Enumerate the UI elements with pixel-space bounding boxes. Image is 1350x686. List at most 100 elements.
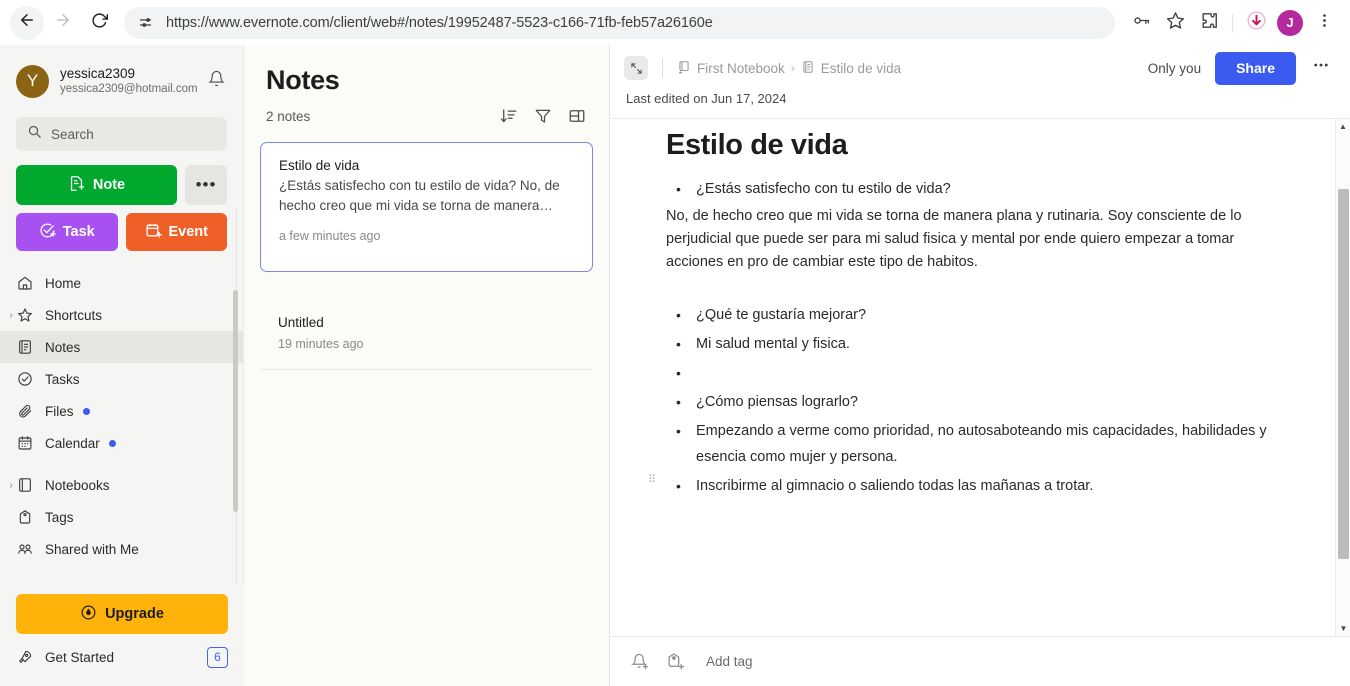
editor-scrollbar[interactable]: ▲ ▼	[1335, 119, 1350, 636]
upgrade-button[interactable]: Upgrade	[16, 594, 228, 634]
note-title: Estilo de vida	[279, 158, 360, 173]
sidebar-scrollbar-thumb[interactable]	[233, 290, 238, 512]
visibility-label: Only you	[1147, 60, 1202, 76]
drag-handle-icon[interactable]: ⠿	[648, 475, 660, 486]
note-body[interactable]: Estilo de vida ¿Estás satisfecho con tu …	[610, 119, 1350, 636]
new-event-button[interactable]: Event	[125, 213, 227, 251]
note-list-item-selected[interactable]: Estilo de vida ¿Estás satisfecho con tu …	[260, 142, 593, 272]
new-task-icon	[39, 222, 56, 243]
last-edited-text: Last edited on Jun 17, 2024	[610, 91, 1350, 119]
note-bullet[interactable]: ¿Cómo piensas lograrlo?	[666, 389, 1310, 415]
sidebar-item-shared-with-me[interactable]: Shared with Me	[0, 533, 243, 565]
check-circle-icon	[16, 370, 34, 388]
note-more-menu-button[interactable]	[1310, 56, 1332, 80]
note-more-options-button[interactable]: •••	[185, 165, 227, 205]
search-input[interactable]: Search	[16, 117, 227, 151]
sidebar-item-home[interactable]: Home	[0, 267, 243, 299]
password-manager-button[interactable]	[1125, 7, 1157, 39]
sidebar-item-label: Notes	[45, 339, 81, 355]
sidebar-footer: Upgrade Get Started 6	[0, 584, 244, 686]
sidebar-item-files[interactable]: Files	[0, 395, 243, 427]
sidebar-item-calendar[interactable]: Calendar	[0, 427, 243, 459]
new-task-button[interactable]: Task	[16, 213, 118, 251]
get-started-badge: 6	[207, 646, 228, 668]
note-paragraph[interactable]: No, de hecho creo que mi vida se torna d…	[666, 205, 1266, 274]
browser-forward-button[interactable]	[46, 6, 80, 40]
notifications-button[interactable]	[203, 68, 229, 94]
key-icon	[1132, 11, 1151, 35]
secondary-actions-row: Task Event	[16, 213, 227, 251]
sidebar-item-shortcuts[interactable]: › Shortcuts	[0, 299, 243, 331]
editor-scrollbar-thumb[interactable]	[1338, 189, 1349, 559]
note-list-subheader: 2 notes	[244, 96, 609, 126]
sidebar-item-notebooks[interactable]: › Notebooks	[0, 469, 243, 501]
header-divider	[662, 58, 663, 78]
sidebar-item-notes[interactable]: Notes	[0, 331, 243, 363]
browser-back-button[interactable]	[10, 5, 44, 40]
note-title: Untitled	[278, 315, 324, 330]
chrome-menu-button[interactable]	[1308, 7, 1340, 39]
new-note-icon	[68, 175, 85, 196]
new-task-label: Task	[62, 224, 95, 240]
address-bar[interactable]: https://www.evernote.com/client/web#/not…	[124, 6, 1115, 39]
search-icon	[27, 124, 42, 144]
note-count: 2 notes	[266, 108, 311, 124]
breadcrumb-notebook[interactable]: First Notebook	[677, 60, 785, 77]
account-email: yessica2309@hotmail.com	[60, 82, 198, 95]
view-layout-icon[interactable]	[567, 106, 587, 126]
browser-reload-button[interactable]	[82, 6, 116, 40]
breadcrumb-note[interactable]: Estilo de vida	[801, 60, 901, 77]
note-bullet-with-handle[interactable]: ⠿ Inscribirme al gimnacio o saliendo tod…	[648, 473, 1310, 499]
scroll-down-arrow-icon[interactable]: ▼	[1336, 621, 1350, 636]
extensions-button[interactable]	[1193, 7, 1225, 39]
expand-arrows-icon[interactable]	[624, 56, 648, 80]
chevron-right-icon[interactable]: ›	[6, 310, 16, 321]
breadcrumb: First Notebook › Estilo de vida	[677, 60, 901, 77]
account-avatar: Y	[16, 64, 49, 98]
get-started-item[interactable]: Get Started 6	[16, 640, 228, 674]
sort-icon[interactable]	[499, 106, 519, 126]
sidebar-item-tags[interactable]: Tags	[0, 501, 243, 533]
sidebar: Y yessica2309 yessica2309@hotmail.com Se…	[0, 45, 244, 686]
add-reminder-bell-icon[interactable]	[628, 651, 650, 673]
notebook-icon	[16, 476, 34, 494]
sidebar-item-label: Tags	[45, 509, 74, 525]
new-note-button[interactable]: Note	[16, 165, 177, 205]
account-header[interactable]: Y yessica2309 yessica2309@hotmail.com	[0, 45, 243, 105]
search-placeholder: Search	[51, 126, 94, 142]
note-list-item[interactable]: Untitled 19 minutes ago	[260, 297, 593, 370]
note-bullet-empty[interactable]	[666, 360, 1310, 386]
get-started-label: Get Started	[45, 649, 115, 665]
note-bullet[interactable]: ¿Qué te gustaría mejorar?	[666, 302, 1310, 328]
account-text: yessica2309 yessica2309@hotmail.com	[60, 66, 203, 97]
note-list-panel: Notes 2 notes Estilo de vida ¿Estás sati…	[244, 45, 610, 686]
downloads-button[interactable]	[1240, 7, 1272, 39]
tag-icon	[16, 508, 34, 526]
note-doc-title[interactable]: Estilo de vida	[666, 129, 1310, 162]
notebook-star-icon	[677, 60, 691, 77]
home-icon	[16, 274, 34, 292]
sidebar-item-label: Home	[45, 275, 82, 291]
note-editor-panel: First Notebook › Estilo de vida Only you…	[610, 45, 1350, 686]
bookmark-button[interactable]	[1159, 7, 1191, 39]
star-icon	[1166, 11, 1185, 35]
add-tag-label[interactable]: Add tag	[706, 654, 753, 669]
upgrade-label: Upgrade	[105, 606, 164, 622]
note-bullet[interactable]: ¿Estás satisfecho con tu estilo de vida?	[666, 176, 1310, 202]
add-tag-icon[interactable]	[664, 651, 686, 673]
breadcrumb-note-label: Estilo de vida	[820, 60, 902, 76]
scroll-up-arrow-icon[interactable]: ▲	[1336, 119, 1350, 134]
note-list-title: Notes	[266, 65, 340, 95]
tune-sliders-icon[interactable]	[134, 12, 156, 34]
note-bullet[interactable]: Empezando a verme como prioridad, no aut…	[666, 418, 1310, 470]
profile-button[interactable]: J	[1274, 7, 1306, 39]
sidebar-item-tasks[interactable]: Tasks	[0, 363, 243, 395]
puzzle-piece-icon	[1200, 11, 1219, 35]
sidebar-item-label: Shortcuts	[45, 307, 103, 323]
chevron-right-icon[interactable]: ›	[6, 480, 16, 491]
calendar-badge-dot	[108, 439, 116, 447]
note-page-icon	[801, 60, 815, 77]
share-button[interactable]: Share	[1215, 51, 1296, 85]
filter-icon[interactable]	[533, 106, 553, 126]
note-bullet[interactable]: Mi salud mental y fisica.	[666, 331, 1310, 357]
